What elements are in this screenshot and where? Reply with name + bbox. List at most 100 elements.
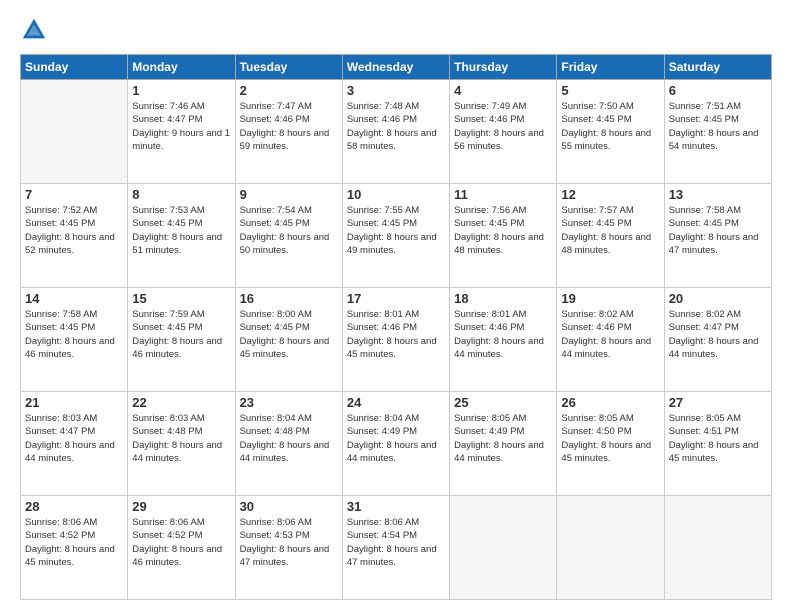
- day-info: Sunrise: 8:00 AMSunset: 4:45 PMDaylight:…: [240, 308, 338, 361]
- day-cell: 21Sunrise: 8:03 AMSunset: 4:47 PMDayligh…: [21, 392, 128, 496]
- day-cell: 9 Sunrise: 7:54 AMSunset: 4:45 PMDaylight…: [235, 184, 342, 288]
- day-cell: 6 Sunrise: 7:51 AMSunset: 4:45 PMDaylight…: [664, 80, 771, 184]
- day-info: Sunrise: 8:04 AMSunset: 4:49 PMDaylight:…: [347, 412, 445, 465]
- day-cell: 15Sunrise: 7:59 AMSunset: 4:45 PMDayligh…: [128, 288, 235, 392]
- day-number: 16: [240, 291, 338, 306]
- day-number: 1: [132, 83, 230, 98]
- day-number: 29: [132, 499, 230, 514]
- day-info: Sunrise: 7:55 AMSunset: 4:45 PMDaylight:…: [347, 204, 445, 257]
- day-info: Sunrise: 8:06 AMSunset: 4:54 PMDaylight:…: [347, 516, 445, 569]
- logo: [20, 16, 52, 44]
- day-info: Sunrise: 8:02 AMSunset: 4:46 PMDaylight:…: [561, 308, 659, 361]
- day-number: 9: [240, 187, 338, 202]
- day-cell: 3 Sunrise: 7:48 AMSunset: 4:46 PMDaylight…: [342, 80, 449, 184]
- day-info: Sunrise: 8:03 AMSunset: 4:48 PMDaylight:…: [132, 412, 230, 465]
- calendar: SundayMondayTuesdayWednesdayThursdayFrid…: [20, 54, 772, 600]
- day-info: Sunrise: 8:05 AMSunset: 4:51 PMDaylight:…: [669, 412, 767, 465]
- weekday-header-sunday: Sunday: [21, 55, 128, 80]
- week-row-1: 7Sunrise: 7:52 AMSunset: 4:45 PMDaylight…: [21, 184, 772, 288]
- day-info: Sunrise: 7:54 AMSunset: 4:45 PMDaylight:…: [240, 204, 338, 257]
- day-info: Sunrise: 7:48 AMSunset: 4:46 PMDaylight:…: [347, 100, 445, 153]
- day-number: 12: [561, 187, 659, 202]
- week-row-2: 14 Sunrise: 7:58 AMSunset: 4:45 PMDayligh…: [21, 288, 772, 392]
- day-info: Sunrise: 7:58 AMSunset: 4:45 PMDaylight:…: [25, 308, 123, 361]
- day-cell: [450, 496, 557, 600]
- weekday-header-row: SundayMondayTuesdayWednesdayThursdayFrid…: [21, 55, 772, 80]
- day-number: 24: [347, 395, 445, 410]
- day-info: Sunrise: 7:51 AMSunset: 4:45 PMDaylight:…: [669, 100, 767, 153]
- day-info: Sunrise: 7:49 AMSunset: 4:46 PMDaylight:…: [454, 100, 552, 153]
- weekday-header-tuesday: Tuesday: [235, 55, 342, 80]
- day-cell: 24 Sunrise: 8:04 AMSunset: 4:49 PMDayligh…: [342, 392, 449, 496]
- day-cell: 8 Sunrise: 7:53 AMSunset: 4:45 PMDaylight…: [128, 184, 235, 288]
- day-number: 17: [347, 291, 445, 306]
- day-cell: 29Sunrise: 8:06 AMSunset: 4:52 PMDayligh…: [128, 496, 235, 600]
- day-number: 30: [240, 499, 338, 514]
- day-info: Sunrise: 8:05 AMSunset: 4:50 PMDaylight:…: [561, 412, 659, 465]
- day-info: Sunrise: 8:05 AMSunset: 4:49 PMDaylight:…: [454, 412, 552, 465]
- day-number: 19: [561, 291, 659, 306]
- day-number: 5: [561, 83, 659, 98]
- day-cell: 22 Sunrise: 8:03 AMSunset: 4:48 PMDayligh…: [128, 392, 235, 496]
- day-number: 21: [25, 395, 123, 410]
- page: SundayMondayTuesdayWednesdayThursdayFrid…: [0, 0, 792, 612]
- day-cell: 26 Sunrise: 8:05 AMSunset: 4:50 PMDayligh…: [557, 392, 664, 496]
- day-cell: 11Sunrise: 7:56 AMSunset: 4:45 PMDayligh…: [450, 184, 557, 288]
- day-number: 18: [454, 291, 552, 306]
- day-cell: 18 Sunrise: 8:01 AMSunset: 4:46 PMDayligh…: [450, 288, 557, 392]
- day-info: Sunrise: 8:01 AMSunset: 4:46 PMDaylight:…: [454, 308, 552, 361]
- day-number: 26: [561, 395, 659, 410]
- day-info: Sunrise: 7:46 AMSunset: 4:47 PMDaylight:…: [132, 100, 230, 153]
- weekday-header-thursday: Thursday: [450, 55, 557, 80]
- weekday-header-wednesday: Wednesday: [342, 55, 449, 80]
- day-cell: 2 Sunrise: 7:47 AMSunset: 4:46 PMDaylight…: [235, 80, 342, 184]
- day-cell: 13Sunrise: 7:58 AMSunset: 4:45 PMDayligh…: [664, 184, 771, 288]
- day-cell: 28Sunrise: 8:06 AMSunset: 4:52 PMDayligh…: [21, 496, 128, 600]
- day-number: 10: [347, 187, 445, 202]
- day-info: Sunrise: 7:50 AMSunset: 4:45 PMDaylight:…: [561, 100, 659, 153]
- calendar-header: SundayMondayTuesdayWednesdayThursdayFrid…: [21, 55, 772, 80]
- day-info: Sunrise: 8:06 AMSunset: 4:53 PMDaylight:…: [240, 516, 338, 569]
- day-cell: [664, 496, 771, 600]
- day-cell: 25 Sunrise: 8:05 AMSunset: 4:49 PMDayligh…: [450, 392, 557, 496]
- day-number: 28: [25, 499, 123, 514]
- day-info: Sunrise: 7:52 AMSunset: 4:45 PMDaylight:…: [25, 204, 123, 257]
- weekday-header-friday: Friday: [557, 55, 664, 80]
- day-cell: 5 Sunrise: 7:50 AMSunset: 4:45 PMDaylight…: [557, 80, 664, 184]
- day-info: Sunrise: 8:02 AMSunset: 4:47 PMDaylight:…: [669, 308, 767, 361]
- day-cell: 20Sunrise: 8:02 AMSunset: 4:47 PMDayligh…: [664, 288, 771, 392]
- day-info: Sunrise: 7:57 AMSunset: 4:45 PMDaylight:…: [561, 204, 659, 257]
- weekday-header-monday: Monday: [128, 55, 235, 80]
- day-cell: [557, 496, 664, 600]
- day-cell: 14 Sunrise: 7:58 AMSunset: 4:45 PMDayligh…: [21, 288, 128, 392]
- day-cell: 10 Sunrise: 7:55 AMSunset: 4:45 PMDayligh…: [342, 184, 449, 288]
- day-cell: 17Sunrise: 8:01 AMSunset: 4:46 PMDayligh…: [342, 288, 449, 392]
- day-info: Sunrise: 7:56 AMSunset: 4:45 PMDaylight:…: [454, 204, 552, 257]
- day-cell: 12 Sunrise: 7:57 AMSunset: 4:45 PMDayligh…: [557, 184, 664, 288]
- logo-icon: [20, 16, 48, 44]
- day-cell: 19 Sunrise: 8:02 AMSunset: 4:46 PMDayligh…: [557, 288, 664, 392]
- day-number: 4: [454, 83, 552, 98]
- day-number: 3: [347, 83, 445, 98]
- day-number: 25: [454, 395, 552, 410]
- header: [20, 16, 772, 44]
- day-number: 6: [669, 83, 767, 98]
- week-row-3: 21Sunrise: 8:03 AMSunset: 4:47 PMDayligh…: [21, 392, 772, 496]
- day-number: 14: [25, 291, 123, 306]
- day-number: 22: [132, 395, 230, 410]
- day-info: Sunrise: 8:04 AMSunset: 4:48 PMDaylight:…: [240, 412, 338, 465]
- calendar-body: 1 Sunrise: 7:46 AMSunset: 4:47 PMDaylight…: [21, 80, 772, 600]
- day-number: 8: [132, 187, 230, 202]
- day-info: Sunrise: 7:59 AMSunset: 4:45 PMDaylight:…: [132, 308, 230, 361]
- day-cell: 30 Sunrise: 8:06 AMSunset: 4:53 PMDayligh…: [235, 496, 342, 600]
- day-info: Sunrise: 7:53 AMSunset: 4:45 PMDaylight:…: [132, 204, 230, 257]
- day-cell: 4 Sunrise: 7:49 AMSunset: 4:46 PMDaylight…: [450, 80, 557, 184]
- week-row-0: 1 Sunrise: 7:46 AMSunset: 4:47 PMDaylight…: [21, 80, 772, 184]
- weekday-header-saturday: Saturday: [664, 55, 771, 80]
- day-cell: [21, 80, 128, 184]
- week-row-4: 28Sunrise: 8:06 AMSunset: 4:52 PMDayligh…: [21, 496, 772, 600]
- day-number: 2: [240, 83, 338, 98]
- day-info: Sunrise: 7:47 AMSunset: 4:46 PMDaylight:…: [240, 100, 338, 153]
- day-number: 13: [669, 187, 767, 202]
- day-number: 23: [240, 395, 338, 410]
